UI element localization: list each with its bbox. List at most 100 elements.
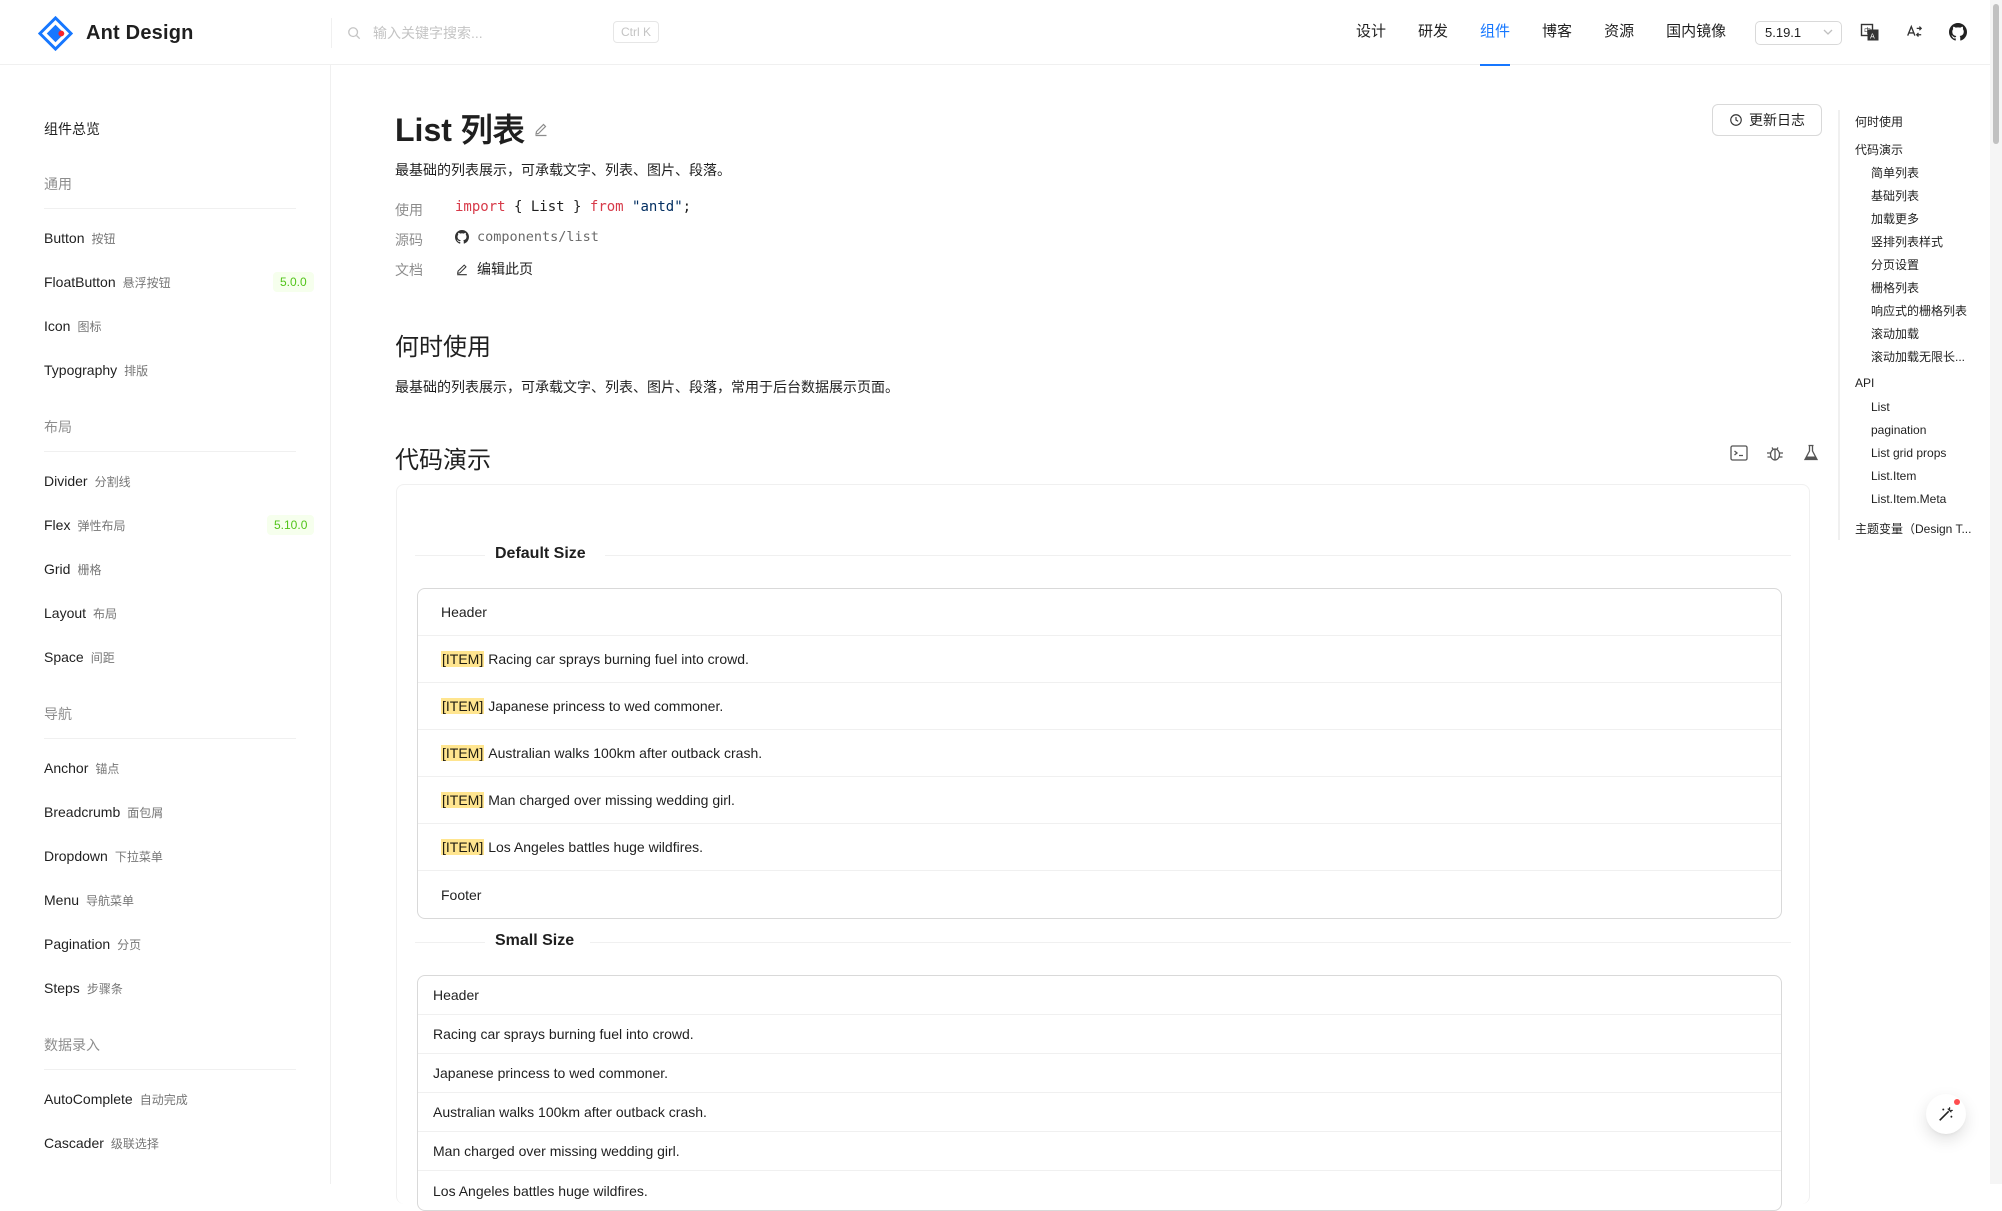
demo-toolbar <box>1728 442 1822 464</box>
direction-switch-button[interactable] <box>1902 20 1926 44</box>
sidebar-item-space[interactable]: Space 间距 <box>44 649 115 666</box>
svg-text:A: A <box>1870 33 1875 41</box>
sidebar-item-anchor[interactable]: Anchor 锚点 <box>44 760 119 777</box>
usage-code[interactable]: import { List } from "antd"; <box>455 199 691 215</box>
motion-toggle-button[interactable] <box>1800 442 1822 464</box>
search-icon <box>348 27 361 40</box>
nav-item-resources[interactable]: 资源 <box>1588 0 1650 65</box>
anchor-link[interactable]: List.Item <box>1871 469 1916 483</box>
anchor-link[interactable]: List.Item.Meta <box>1871 492 1946 506</box>
nav-item-components[interactable]: 组件 <box>1464 0 1526 66</box>
anchor-link[interactable]: 响应式的栅格列表 <box>1871 302 1967 319</box>
list-item: Australian walks 100km after outback cra… <box>418 1093 1781 1132</box>
sidebar-item-label: Breadcrumb <box>44 804 121 820</box>
language-switch-button[interactable]: 中 A <box>1858 20 1882 44</box>
bug-icon <box>1767 447 1783 461</box>
list-item-text: Man charged over missing wedding girl. <box>488 792 735 808</box>
search-box[interactable]: Ctrl K <box>347 18 661 48</box>
anchor-link[interactable]: 主题变量（Design T... <box>1855 520 1971 537</box>
anchor-link[interactable]: 加载更多 <box>1871 210 1919 227</box>
source-link[interactable]: components/list <box>455 229 599 245</box>
item-tag: [ITEM] <box>441 698 485 714</box>
code-terminal-icon <box>1730 445 1748 461</box>
sidebar-item-autocomplete[interactable]: AutoComplete 自动完成 <box>44 1091 188 1108</box>
sidebar-item-layout[interactable]: Layout 布局 <box>44 605 117 622</box>
history-icon <box>1730 114 1742 126</box>
logo-text: Ant Design <box>86 21 194 44</box>
logo[interactable]: Ant Design <box>38 14 194 52</box>
changelog-label: 更新日志 <box>1749 112 1805 128</box>
sidebar-item-floatbutton[interactable]: FloatButton 悬浮按钮 <box>44 274 171 291</box>
sidebar-item-label: AutoComplete <box>44 1091 133 1107</box>
sidebar-item-cn-label: 分页 <box>117 938 142 952</box>
sidebar-item-flex[interactable]: Flex 弹性布局 <box>44 517 125 534</box>
anchor-link[interactable]: 滚动加载无限长... <box>1871 348 1965 365</box>
anchor-link[interactable]: 基础列表 <box>1871 187 1919 204</box>
debug-toggle-button[interactable] <box>1764 442 1786 464</box>
page-scrollbar[interactable] <box>1990 0 2002 1184</box>
list-header: Header <box>418 589 1781 636</box>
sidebar-item-button[interactable]: Button 按钮 <box>44 230 116 247</box>
list-item-text: Australian walks 100km after outback cra… <box>488 745 763 761</box>
edit-icon[interactable] <box>533 121 549 137</box>
expand-code-button[interactable] <box>1728 442 1750 464</box>
sidebar-item-pagination[interactable]: Pagination 分页 <box>44 936 141 953</box>
anchor-link[interactable]: 栅格列表 <box>1871 279 1919 296</box>
anchor-link[interactable]: 何时使用 <box>1855 113 1903 130</box>
sidebar-item-cn-label: 自动完成 <box>139 1093 188 1107</box>
nav-item-design[interactable]: 设计 <box>1340 0 1402 65</box>
changelog-button[interactable]: 更新日志 <box>1712 104 1822 136</box>
anchor-link[interactable]: pagination <box>1871 423 1926 437</box>
sidebar-item-cn-label: 步骤条 <box>86 982 123 996</box>
anchor-link[interactable]: 分页设置 <box>1871 256 1919 273</box>
sidebar-item-menu[interactable]: Menu 导航菜单 <box>44 892 134 909</box>
search-input[interactable] <box>371 24 601 42</box>
nav-item-mirror[interactable]: 国内镜像 <box>1650 0 1742 65</box>
anchor-link[interactable]: 代码演示 <box>1855 141 1903 158</box>
sidebar-item-cn-label: 布局 <box>93 607 118 621</box>
github-icon <box>1949 23 1967 41</box>
scrollbar-thumb[interactable] <box>1993 4 1999 144</box>
sidebar-item-label: Cascader <box>44 1135 104 1151</box>
item-tag: [ITEM] <box>441 792 485 808</box>
list-default-size: Header [ITEM] Racing car sprays burning f… <box>417 588 1782 919</box>
notification-dot <box>1954 1099 1960 1105</box>
github-button[interactable] <box>1946 20 1970 44</box>
sidebar-item-label: FloatButton <box>44 274 116 290</box>
source-label: 源码 <box>395 232 423 248</box>
version-select[interactable]: 5.19.1 <box>1755 21 1842 45</box>
sidebar-item-divider[interactable]: Divider 分割线 <box>44 473 131 490</box>
sidebar-item-typography[interactable]: Typography 排版 <box>44 362 148 379</box>
anchor-link[interactable]: List grid props <box>1871 446 1946 460</box>
sidebar-item-dropdown[interactable]: Dropdown 下拉菜单 <box>44 848 163 865</box>
edit-page-link[interactable]: 编辑此页 <box>455 259 533 279</box>
sidebar-item-cn-label: 按钮 <box>91 232 116 246</box>
anchor-link[interactable]: 竖排列表样式 <box>1871 233 1943 250</box>
sidebar-item-breadcrumb[interactable]: Breadcrumb 面包屑 <box>44 804 163 821</box>
sidebar-item-grid[interactable]: Grid 栅格 <box>44 561 101 578</box>
sidebar-item-overview[interactable]: 组件总览 <box>44 119 100 139</box>
page-title: List 列表 <box>395 112 525 148</box>
sidebar-item-cn-label: 栅格 <box>77 563 102 577</box>
anchor-link[interactable]: API <box>1855 376 1874 390</box>
github-icon <box>455 230 469 244</box>
anchor-link[interactable]: 简单列表 <box>1871 164 1919 181</box>
anchor-link[interactable]: List <box>1871 400 1890 414</box>
anchor-link[interactable]: 滚动加载 <box>1871 325 1919 342</box>
sidebar-item-steps[interactable]: Steps 步骤条 <box>44 980 123 997</box>
sidebar-item-icon[interactable]: Icon 图标 <box>44 318 101 335</box>
experiment-flask-icon <box>1803 444 1819 461</box>
list-item-text: Japanese princess to wed commoner. <box>488 698 724 714</box>
sidebar-item-label: Menu <box>44 892 80 908</box>
sidebar-item-label: Divider <box>44 473 88 489</box>
top-nav: 设计 研发 组件 博客 资源 国内镜像 <box>1340 0 1742 66</box>
sidebar-item-cascader[interactable]: Cascader 级联选择 <box>44 1135 159 1152</box>
list-small-size: Header Racing car sprays burning fuel in… <box>417 975 1782 1211</box>
sidebar-item-cn-label: 悬浮按钮 <box>122 276 171 290</box>
list-item: [ITEM] Man charged over missing wedding g… <box>418 777 1781 824</box>
sidebar-group-layout: 布局 <box>44 417 296 452</box>
nav-item-develop[interactable]: 研发 <box>1402 0 1464 65</box>
theme-editor-float-button[interactable] <box>1926 1094 1966 1134</box>
sidebar-item-cn-label: 弹性布局 <box>77 519 126 533</box>
nav-item-blog[interactable]: 博客 <box>1526 0 1588 65</box>
